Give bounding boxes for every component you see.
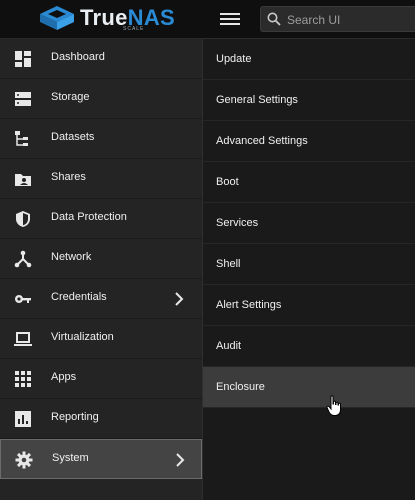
sidebar-item-label: Credentials [51,291,107,303]
top-bar: TrueNAS SCALE [0,0,415,39]
submenu-item-label: Services [216,217,259,229]
submenu-item-alert-settings[interactable]: Alert Settings [203,285,415,326]
search-box[interactable] [260,6,415,32]
sidebar-item-reporting[interactable]: Reporting [0,399,202,439]
submenu-item-label: Shell [216,258,241,270]
sidebar-item-network[interactable]: Network [0,239,202,279]
sidebar-item-apps[interactable]: Apps [0,359,202,399]
sidebar-item-label: Network [51,251,92,263]
logo-subtitle: SCALE [123,26,145,32]
sidebar-item-label: Reporting [51,411,99,423]
sidebar-item-label: Apps [51,371,77,383]
shield-icon [16,211,30,227]
truenas-logo-icon [40,6,74,30]
chevron-right-icon [175,292,184,306]
sidebar-item-label: Dashboard [51,51,105,63]
truenas-logo[interactable]: TrueNAS SCALE [38,4,175,34]
submenu-item-advanced-settings[interactable]: Advanced Settings [203,121,415,162]
datasets-icon [15,131,28,146]
submenu-item-label: Boot [216,176,239,188]
sidebar-item-label: Virtualization [51,331,114,343]
shares-icon [15,174,31,186]
sidebar-item-system[interactable]: System [0,439,202,479]
storage-icon [15,92,31,106]
search-icon [267,12,281,26]
apps-grid-icon [15,371,31,387]
network-icon [14,250,32,268]
submenu-item-label: Advanced Settings [216,135,308,147]
submenu-item-services[interactable]: Services [203,203,415,244]
sidebar-item-storage[interactable]: Storage [0,79,202,119]
submenu-item-label: General Settings [216,94,298,106]
sidebar-nav: Dashboard Storage Datasets Shares Data P… [0,39,203,500]
submenu-item-boot[interactable]: Boot [203,162,415,203]
submenu-item-audit[interactable]: Audit [203,326,415,367]
system-submenu: Update General Settings Advanced Setting… [203,39,415,500]
submenu-item-label: Alert Settings [216,299,282,311]
search-input[interactable] [285,10,409,30]
hand-pointer-icon [326,395,341,416]
sidebar-item-label: Storage [51,91,90,103]
submenu-item-label: Enclosure [216,381,265,393]
sidebar-item-virtualization[interactable]: Virtualization [0,319,202,359]
dashboard-icon [15,51,31,67]
menu-toggle-button[interactable] [220,10,240,28]
sidebar-item-label: Shares [51,171,86,183]
sidebar-item-label: System [52,452,89,464]
key-icon [15,295,31,303]
submenu-item-update[interactable]: Update [203,39,415,80]
sidebar-item-label: Datasets [51,131,95,143]
sidebar-item-data-protection[interactable]: Data Protection [0,199,202,239]
submenu-item-label: Update [216,53,252,65]
submenu-item-enclosure[interactable]: Enclosure [203,367,415,408]
submenu-item-label: Audit [216,340,242,352]
reporting-icon [15,411,31,427]
sidebar-item-credentials[interactable]: Credentials [0,279,202,319]
laptop-icon [14,332,32,346]
sidebar-item-dashboard[interactable]: Dashboard [0,39,202,79]
sidebar-item-shares[interactable]: Shares [0,159,202,199]
gear-icon [15,451,33,469]
sidebar-item-label: Data Protection [51,211,127,223]
submenu-item-shell[interactable]: Shell [203,244,415,285]
hamburger-icon [220,13,240,15]
sidebar-item-datasets[interactable]: Datasets [0,119,202,159]
chevron-right-icon [176,453,185,467]
submenu-item-general-settings[interactable]: General Settings [203,80,415,121]
